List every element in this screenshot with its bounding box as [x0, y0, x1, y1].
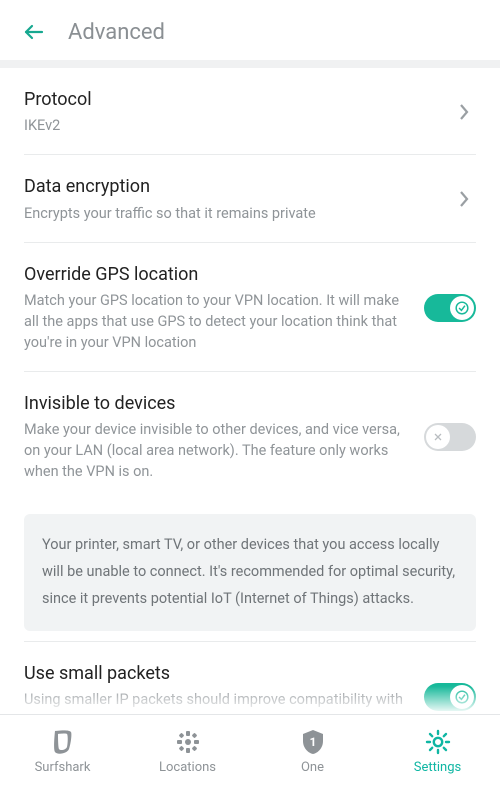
shield-icon: 1	[299, 728, 327, 756]
close-icon	[426, 425, 450, 449]
check-icon	[450, 296, 474, 320]
globe-icon	[174, 728, 202, 756]
row-title: Protocol	[24, 88, 440, 111]
row-subtitle: Match your GPS location to your VPN loca…	[24, 290, 412, 353]
toggle-use-small-packets[interactable]	[424, 683, 476, 711]
tab-label: Locations	[159, 760, 216, 775]
header: Advanced	[0, 0, 500, 60]
chevron-right-icon	[452, 102, 476, 122]
row-title: Override GPS location	[24, 263, 412, 286]
chevron-right-icon	[452, 189, 476, 209]
tab-one[interactable]: 1 One	[250, 715, 375, 789]
tab-locations[interactable]: Locations	[125, 715, 250, 789]
bottom-tab-bar: Surfshark Locations 1 One Settings	[0, 714, 500, 789]
row-subtitle: Using smaller IP packets should improve …	[24, 689, 412, 713]
tab-surfshark[interactable]: Surfshark	[0, 715, 125, 789]
row-subtitle: Encrypts your traffic so that it remains…	[24, 203, 440, 224]
divider	[0, 60, 500, 68]
row-subtitle: IKEv2	[24, 115, 440, 136]
row-protocol[interactable]: Protocol IKEv2	[24, 68, 476, 155]
back-arrow-icon[interactable]	[20, 18, 48, 46]
row-override-gps: Override GPS location Match your GPS loc…	[24, 243, 476, 372]
gear-icon	[424, 728, 452, 756]
page-title: Advanced	[68, 20, 165, 45]
surfshark-icon	[49, 728, 77, 756]
content: Protocol IKEv2 Data encryption Encrypts …	[0, 68, 500, 714]
row-use-small-packets: Use small packets Using smaller IP packe…	[24, 642, 476, 714]
row-data-encryption[interactable]: Data encryption Encrypts your traffic so…	[24, 155, 476, 242]
row-title: Invisible to devices	[24, 392, 412, 415]
tab-label: Surfshark	[35, 760, 91, 775]
toggle-invisible-to-devices[interactable]	[424, 423, 476, 451]
tab-label: Settings	[414, 760, 461, 775]
tab-settings[interactable]: Settings	[375, 715, 500, 789]
check-icon	[450, 685, 474, 709]
info-box-invisible: Your printer, smart TV, or other devices…	[24, 514, 476, 630]
row-title: Data encryption	[24, 175, 440, 198]
tab-label: One	[301, 760, 324, 775]
svg-text:1: 1	[309, 735, 316, 749]
toggle-override-gps[interactable]	[424, 294, 476, 322]
row-subtitle: Make your device invisible to other devi…	[24, 419, 412, 482]
row-title: Use small packets	[24, 662, 412, 685]
row-invisible-to-devices: Invisible to devices Make your device in…	[24, 372, 476, 500]
